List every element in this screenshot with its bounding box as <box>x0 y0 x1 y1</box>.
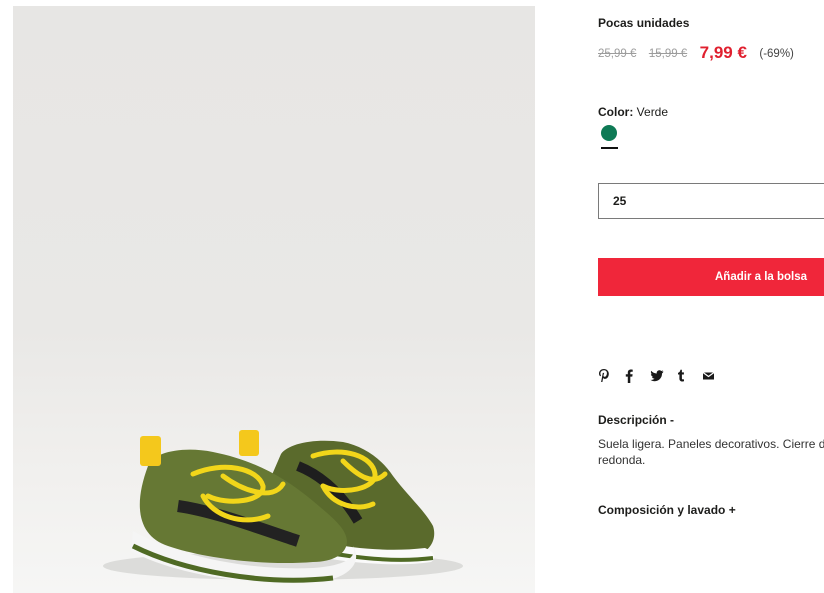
color-swatch-verde[interactable] <box>601 125 617 141</box>
add-to-bag-button[interactable]: Añadir a la bolsa <box>598 258 824 296</box>
selected-swatch-indicator <box>601 147 618 149</box>
size-select[interactable]: 25 <box>598 183 824 219</box>
color-label-title: Color: <box>598 105 634 119</box>
discount-badge: (-69%) <box>759 48 794 60</box>
previous-price: 15,99 € <box>648 48 688 60</box>
product-info-panel: Pocas unidades 25,99 € 15,99 € 7,99 € (-… <box>598 0 824 593</box>
stock-notice: Pocas unidades <box>598 16 690 30</box>
description-toggle[interactable]: Descripción - <box>598 413 674 427</box>
mail-icon[interactable] <box>702 368 716 384</box>
sneakers-illustration <box>103 430 463 583</box>
pinterest-icon[interactable] <box>598 368 612 384</box>
price-row: 25,99 € 15,99 € 7,99 € (-69%) <box>598 42 794 62</box>
color-label: Color: Verde <box>598 105 668 119</box>
tumblr-icon[interactable] <box>676 368 690 384</box>
divider <box>535 6 536 593</box>
original-price: 25,99 € <box>598 48 637 60</box>
product-image[interactable] <box>13 6 535 593</box>
composition-toggle[interactable]: Composición y lavado + <box>598 503 736 517</box>
description-line-1: Suela ligera. Paneles decorativos. Cierr… <box>598 437 824 451</box>
description-line-2: redonda. <box>598 453 646 467</box>
description-text: Suela ligera. Paneles decorativos. Cierr… <box>598 436 824 468</box>
facebook-icon[interactable] <box>624 368 638 384</box>
twitter-icon[interactable] <box>650 368 664 384</box>
color-value: Verde <box>636 105 669 119</box>
current-price: 7,99 € <box>699 43 747 62</box>
share-icons <box>598 367 728 385</box>
